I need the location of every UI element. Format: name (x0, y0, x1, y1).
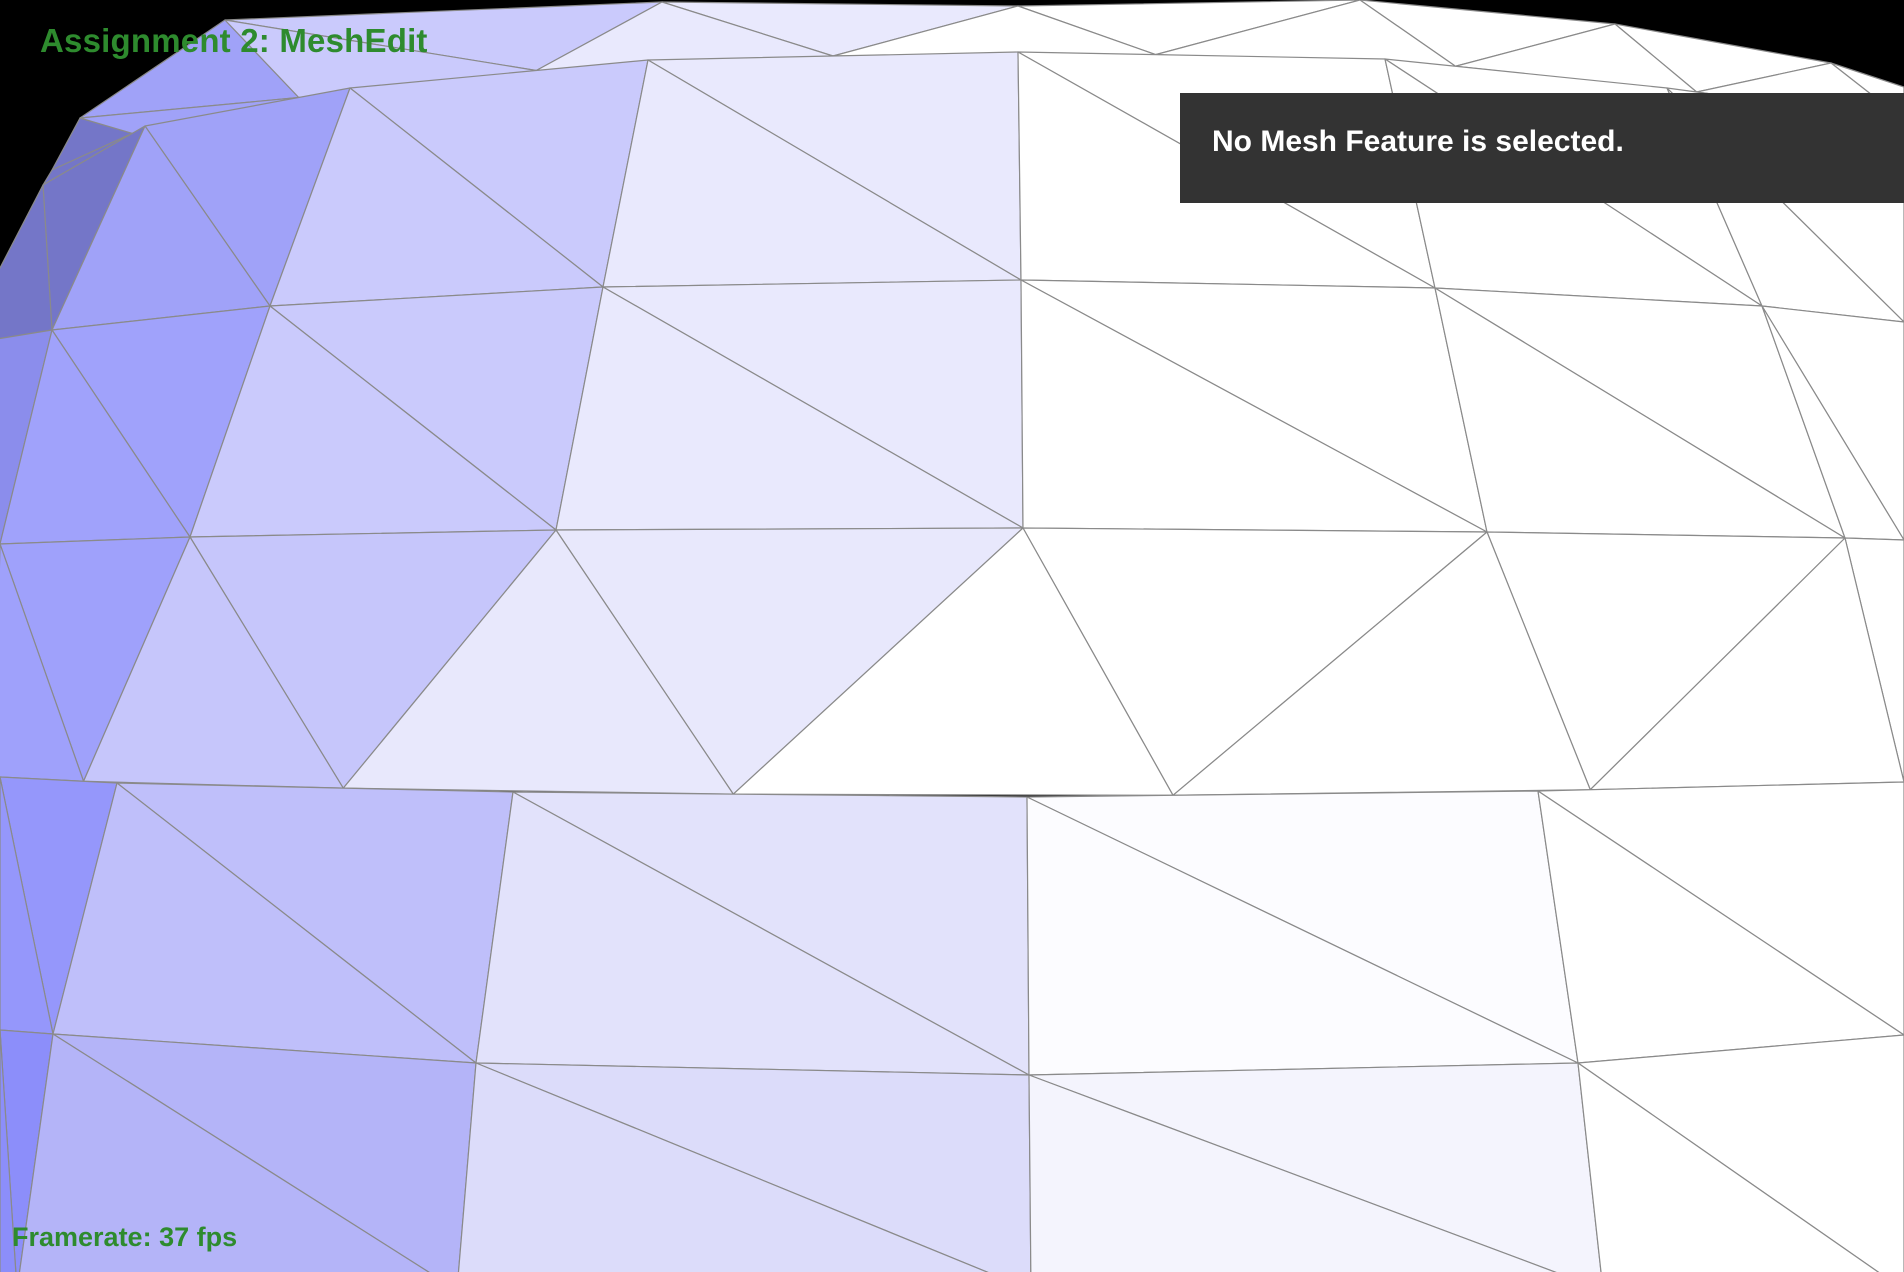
selection-info-text: No Mesh Feature is selected. (1212, 125, 1624, 158)
selection-info-panel: No Mesh Feature is selected. (1180, 93, 1904, 203)
meshedit-window: Assignment 2: MeshEdit No Mesh Feature i… (0, 0, 1904, 1272)
app-title: Assignment 2: MeshEdit (40, 22, 428, 59)
framerate-readout: Framerate: 37 fps (12, 1222, 238, 1252)
mesh-face[interactable] (0, 184, 53, 345)
